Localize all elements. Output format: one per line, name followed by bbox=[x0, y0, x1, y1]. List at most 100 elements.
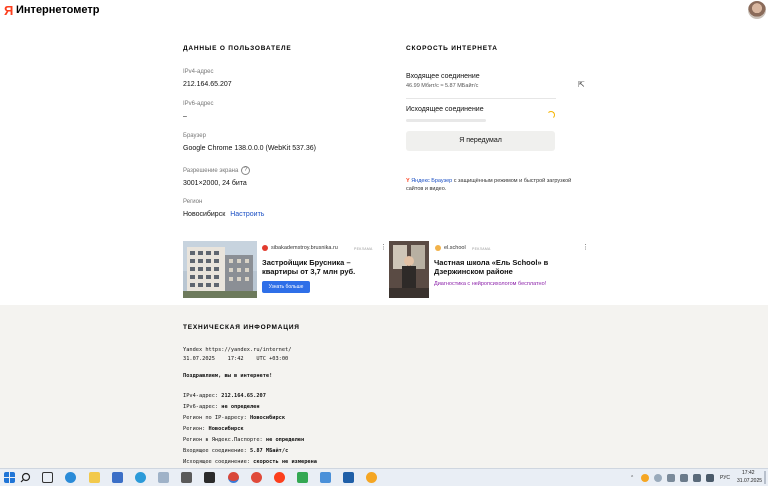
loading-spinner-icon bbox=[547, 111, 555, 119]
tech-line-url: Yandex https://yandex.ru/internet/ bbox=[183, 347, 292, 353]
incoming-label: Входящее соединение bbox=[406, 73, 480, 80]
speed-divider bbox=[406, 98, 556, 99]
display-icon[interactable] bbox=[667, 474, 675, 482]
app-icon-9[interactable] bbox=[366, 472, 377, 483]
wifi-icon[interactable] bbox=[680, 474, 688, 482]
tech-row-key: Входящее соединение: bbox=[183, 448, 250, 454]
tech-row: Регион по IP-адресу: Новосибирск bbox=[183, 415, 285, 421]
incoming-value: 46.99 Мбит/с ≈ 5.87 МБайт/с bbox=[406, 83, 479, 89]
show-desktop-button[interactable] bbox=[764, 471, 766, 484]
tech-row-key: Регион: bbox=[183, 426, 209, 432]
tech-row: Регион в Яндекс.Паспорте: не определен bbox=[183, 437, 304, 443]
ad-domain[interactable]: sibakademstroy.brusnika.ru bbox=[271, 245, 338, 251]
clock-time[interactable]: 17:42 bbox=[742, 470, 755, 476]
page-title[interactable]: Интернетометр bbox=[16, 4, 99, 16]
tech-row-value: 212.164.65.207 bbox=[221, 393, 266, 399]
search-icon[interactable] bbox=[20, 472, 31, 483]
browser-promo: Y Яндекс Браузер с защищённым режимом и … bbox=[406, 177, 581, 193]
screen-value: 3001×2000, 24 бита bbox=[183, 180, 247, 187]
tech-row: Регион: Новосибирск bbox=[183, 426, 244, 432]
tech-row-key: Регион в Яндекс.Паспорте: bbox=[183, 437, 266, 443]
browser-label: Браузер bbox=[183, 133, 206, 139]
screen-label-text: Разрешение экрана bbox=[183, 168, 239, 175]
tech-row: Исходящее соединение: скорость не измере… bbox=[183, 459, 317, 465]
tray-app-icon[interactable] bbox=[641, 474, 649, 482]
tech-row-value: Новосибирск bbox=[208, 426, 244, 432]
help-icon[interactable]: ? bbox=[241, 166, 251, 175]
more-options-icon[interactable]: ⋮ bbox=[582, 243, 589, 251]
app-icon-5[interactable] bbox=[251, 472, 262, 483]
tech-section-title: ТЕХНИЧЕСКАЯ ИНФОРМАЦИЯ bbox=[183, 324, 300, 331]
ad-domain[interactable]: el.school bbox=[444, 245, 466, 251]
app-icon-3[interactable] bbox=[181, 472, 192, 483]
app-icon-2[interactable] bbox=[158, 472, 169, 483]
windows-start-icon[interactable] bbox=[4, 472, 15, 483]
ad-description[interactable]: Диагностика с нейропсихологом бесплатно! bbox=[434, 281, 546, 287]
tech-row: Входящее соединение: 5.87 МБайт/с bbox=[183, 448, 288, 454]
tech-row-value: 5.87 МБайт/с bbox=[249, 448, 289, 454]
task-view-icon[interactable] bbox=[42, 472, 53, 483]
browser-promo-link[interactable]: Яндекс Браузер bbox=[411, 178, 452, 184]
tech-row-key: IPv4-адрес: bbox=[183, 393, 222, 399]
tech-info-section: ТЕХНИЧЕСКАЯ ИНФОРМАЦИЯ Yandex https://ya… bbox=[0, 305, 768, 468]
school-image bbox=[389, 241, 429, 298]
region-settings-link[interactable]: Настроить bbox=[230, 211, 264, 218]
ad-card-brusnika[interactable]: sibakademstroy.brusnika.ru РЕКЛАМА ⋮ Зас… bbox=[183, 241, 387, 298]
outgoing-progress bbox=[406, 119, 486, 122]
outgoing-label: Исходящее соединение bbox=[406, 106, 484, 113]
battery-icon[interactable] bbox=[706, 474, 714, 482]
yandex-browser-taskbar-icon[interactable] bbox=[274, 472, 285, 483]
tech-row-value: не определен bbox=[265, 437, 305, 443]
tech-row-value: скорость не измерена bbox=[253, 459, 317, 465]
region-row: Новосибирск Настроить bbox=[183, 211, 264, 218]
ad-card-elschool[interactable]: el.school РЕКЛАМА ⋮ Частная школа «Ель S… bbox=[389, 241, 592, 298]
screen-label: Разрешение экрана? bbox=[183, 166, 251, 175]
yandex-browser-icon: Y bbox=[406, 178, 410, 184]
network-icon[interactable] bbox=[654, 474, 662, 482]
header: Я Интернетометр bbox=[0, 0, 768, 22]
browser-value: Google Chrome 138.0.0.0 (WebKit 537.36) bbox=[183, 145, 316, 152]
ad-title[interactable]: Частная школа «Ель School» в Дзержинском… bbox=[434, 258, 584, 276]
cancel-test-button[interactable]: Я передумал bbox=[406, 131, 555, 151]
ipv6-value: – bbox=[183, 113, 187, 120]
user-section-title: ДАННЫЕ О ПОЛЬЗОВАТЕЛЕ bbox=[183, 45, 292, 52]
mouse-cursor-icon: ⇱ bbox=[578, 80, 585, 89]
region-value: Новосибирск bbox=[183, 211, 226, 218]
tech-row-value: не определен bbox=[221, 404, 260, 410]
tech-row-key: IPv6-адрес: bbox=[183, 404, 222, 410]
ad-title[interactable]: Застройщик Брусника – квартиры от 3,7 мл… bbox=[262, 258, 377, 276]
file-explorer-icon[interactable] bbox=[89, 472, 100, 483]
tech-row-key: Исходящее соединение: bbox=[183, 459, 254, 465]
ad-label: РЕКЛАМА bbox=[354, 247, 373, 251]
app-icon-8[interactable] bbox=[343, 472, 354, 483]
tech-line-congrats: Поздравляем, вы в интернете! bbox=[183, 373, 273, 379]
clock-date[interactable]: 31.07.2025 bbox=[737, 478, 762, 484]
app-icon-1[interactable] bbox=[135, 472, 146, 483]
tech-row-key: Регион по IP-адресу: bbox=[183, 415, 250, 421]
ipv4-label: IPv4-адрес bbox=[183, 69, 214, 75]
tech-line-date: 31.07.2025 17:42 UTC +03:00 bbox=[183, 356, 289, 362]
learn-more-button[interactable]: Узнать больше bbox=[262, 281, 310, 293]
ad-label: РЕКЛАМА bbox=[472, 247, 491, 251]
edge-icon[interactable] bbox=[65, 472, 76, 483]
yandex-logo[interactable]: Я bbox=[4, 4, 14, 18]
app-icon-6[interactable] bbox=[297, 472, 308, 483]
app-icon-7[interactable] bbox=[320, 472, 331, 483]
ipv6-label: IPv6-адрес bbox=[183, 101, 214, 107]
volume-icon[interactable] bbox=[693, 474, 701, 482]
language-indicator[interactable]: РУС bbox=[720, 475, 730, 481]
speed-section-title: СКОРОСТЬ ИНТЕРНЕТА bbox=[406, 45, 498, 52]
building-image bbox=[183, 241, 257, 298]
elschool-favicon-icon bbox=[435, 245, 441, 251]
more-options-icon[interactable]: ⋮ bbox=[380, 243, 387, 251]
brusnika-favicon-icon bbox=[262, 245, 268, 251]
taskbar: ⌃ РУС 17:42 31.07.2025 bbox=[0, 468, 768, 486]
store-icon[interactable] bbox=[112, 472, 123, 483]
chrome-icon[interactable] bbox=[228, 472, 239, 483]
app-icon-4[interactable] bbox=[204, 472, 215, 483]
ipv4-value: 212.164.65.207 bbox=[183, 81, 232, 88]
tray-chevron-icon[interactable]: ⌃ bbox=[630, 475, 634, 481]
avatar[interactable] bbox=[748, 1, 766, 19]
tech-row: IPv6-адрес: не определен bbox=[183, 404, 260, 410]
region-label: Регион bbox=[183, 199, 203, 205]
